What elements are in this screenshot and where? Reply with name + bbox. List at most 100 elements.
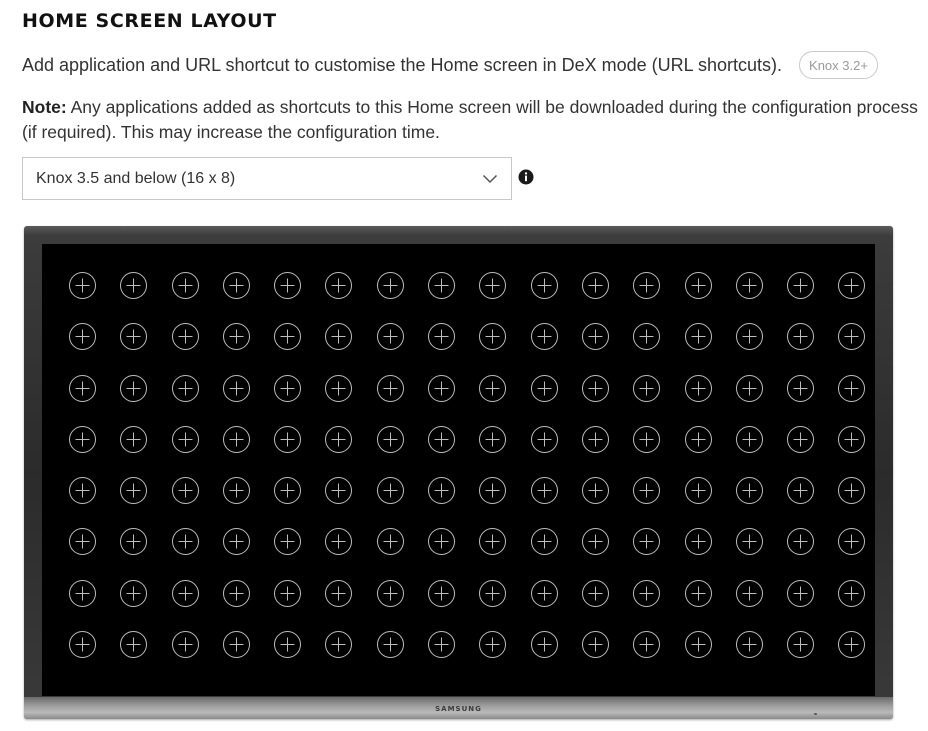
shortcut-slot[interactable]	[581, 579, 610, 608]
shortcut-slot[interactable]	[684, 374, 713, 403]
shortcut-slot[interactable]	[427, 271, 456, 300]
shortcut-slot[interactable]	[786, 425, 815, 454]
shortcut-slot[interactable]	[324, 630, 353, 659]
shortcut-slot[interactable]	[786, 271, 815, 300]
shortcut-slot[interactable]	[427, 527, 456, 556]
shortcut-slot[interactable]	[735, 271, 764, 300]
shortcut-slot[interactable]	[478, 476, 507, 505]
shortcut-slot[interactable]	[376, 271, 405, 300]
shortcut-slot[interactable]	[324, 374, 353, 403]
shortcut-slot[interactable]	[119, 630, 148, 659]
shortcut-slot[interactable]	[581, 630, 610, 659]
shortcut-slot[interactable]	[68, 425, 97, 454]
shortcut-slot[interactable]	[632, 579, 661, 608]
shortcut-slot[interactable]	[530, 579, 559, 608]
shortcut-slot[interactable]	[376, 579, 405, 608]
layout-version-select[interactable]: Knox 3.5 and below (16 x 8)	[22, 157, 512, 200]
shortcut-slot[interactable]	[581, 374, 610, 403]
shortcut-slot[interactable]	[119, 527, 148, 556]
shortcut-slot[interactable]	[632, 527, 661, 556]
shortcut-slot[interactable]	[376, 425, 405, 454]
shortcut-slot[interactable]	[68, 374, 97, 403]
shortcut-slot[interactable]	[119, 476, 148, 505]
shortcut-slot[interactable]	[68, 271, 97, 300]
shortcut-slot[interactable]	[222, 374, 251, 403]
shortcut-slot[interactable]	[735, 630, 764, 659]
shortcut-slot[interactable]	[273, 630, 302, 659]
shortcut-slot[interactable]	[273, 579, 302, 608]
shortcut-slot[interactable]	[427, 579, 456, 608]
shortcut-slot[interactable]	[119, 579, 148, 608]
shortcut-slot[interactable]	[837, 271, 866, 300]
shortcut-slot[interactable]	[530, 527, 559, 556]
shortcut-slot[interactable]	[478, 425, 507, 454]
shortcut-slot[interactable]	[324, 425, 353, 454]
shortcut-slot[interactable]	[324, 579, 353, 608]
shortcut-slot[interactable]	[837, 476, 866, 505]
shortcut-slot[interactable]	[119, 322, 148, 351]
shortcut-slot[interactable]	[837, 425, 866, 454]
shortcut-slot[interactable]	[735, 425, 764, 454]
shortcut-slot[interactable]	[171, 374, 200, 403]
shortcut-slot[interactable]	[324, 322, 353, 351]
shortcut-slot[interactable]	[171, 322, 200, 351]
shortcut-slot[interactable]	[530, 374, 559, 403]
shortcut-slot[interactable]	[171, 630, 200, 659]
shortcut-slot[interactable]	[684, 630, 713, 659]
shortcut-slot[interactable]	[273, 527, 302, 556]
shortcut-slot[interactable]	[530, 322, 559, 351]
shortcut-slot[interactable]	[478, 630, 507, 659]
shortcut-slot[interactable]	[376, 527, 405, 556]
shortcut-slot[interactable]	[273, 271, 302, 300]
shortcut-slot[interactable]	[171, 527, 200, 556]
shortcut-slot[interactable]	[427, 630, 456, 659]
shortcut-slot[interactable]	[786, 476, 815, 505]
shortcut-slot[interactable]	[837, 374, 866, 403]
shortcut-slot[interactable]	[632, 374, 661, 403]
shortcut-slot[interactable]	[324, 271, 353, 300]
shortcut-slot[interactable]	[427, 374, 456, 403]
shortcut-slot[interactable]	[735, 374, 764, 403]
shortcut-slot[interactable]	[837, 527, 866, 556]
shortcut-slot[interactable]	[684, 425, 713, 454]
shortcut-slot[interactable]	[632, 271, 661, 300]
shortcut-slot[interactable]	[119, 425, 148, 454]
shortcut-slot[interactable]	[478, 374, 507, 403]
shortcut-slot[interactable]	[581, 322, 610, 351]
shortcut-slot[interactable]	[324, 476, 353, 505]
shortcut-slot[interactable]	[119, 271, 148, 300]
shortcut-slot[interactable]	[530, 425, 559, 454]
shortcut-slot[interactable]	[786, 322, 815, 351]
shortcut-slot[interactable]	[68, 630, 97, 659]
shortcut-slot[interactable]	[273, 374, 302, 403]
shortcut-slot[interactable]	[222, 527, 251, 556]
shortcut-slot[interactable]	[581, 476, 610, 505]
shortcut-slot[interactable]	[632, 322, 661, 351]
shortcut-slot[interactable]	[68, 322, 97, 351]
shortcut-slot[interactable]	[581, 425, 610, 454]
shortcut-slot[interactable]	[427, 476, 456, 505]
shortcut-slot[interactable]	[837, 579, 866, 608]
shortcut-slot[interactable]	[376, 322, 405, 351]
shortcut-slot[interactable]	[530, 630, 559, 659]
shortcut-slot[interactable]	[478, 271, 507, 300]
shortcut-slot[interactable]	[478, 579, 507, 608]
shortcut-slot[interactable]	[222, 579, 251, 608]
shortcut-slot[interactable]	[68, 476, 97, 505]
shortcut-slot[interactable]	[376, 476, 405, 505]
shortcut-slot[interactable]	[735, 476, 764, 505]
shortcut-slot[interactable]	[222, 630, 251, 659]
shortcut-slot[interactable]	[684, 271, 713, 300]
info-icon[interactable]	[518, 169, 534, 185]
shortcut-slot[interactable]	[222, 322, 251, 351]
shortcut-slot[interactable]	[171, 425, 200, 454]
shortcut-slot[interactable]	[632, 425, 661, 454]
shortcut-slot[interactable]	[684, 579, 713, 608]
shortcut-slot[interactable]	[786, 630, 815, 659]
shortcut-slot[interactable]	[735, 322, 764, 351]
shortcut-slot[interactable]	[786, 579, 815, 608]
shortcut-slot[interactable]	[273, 322, 302, 351]
shortcut-slot[interactable]	[222, 425, 251, 454]
shortcut-slot[interactable]	[478, 322, 507, 351]
shortcut-slot[interactable]	[581, 271, 610, 300]
